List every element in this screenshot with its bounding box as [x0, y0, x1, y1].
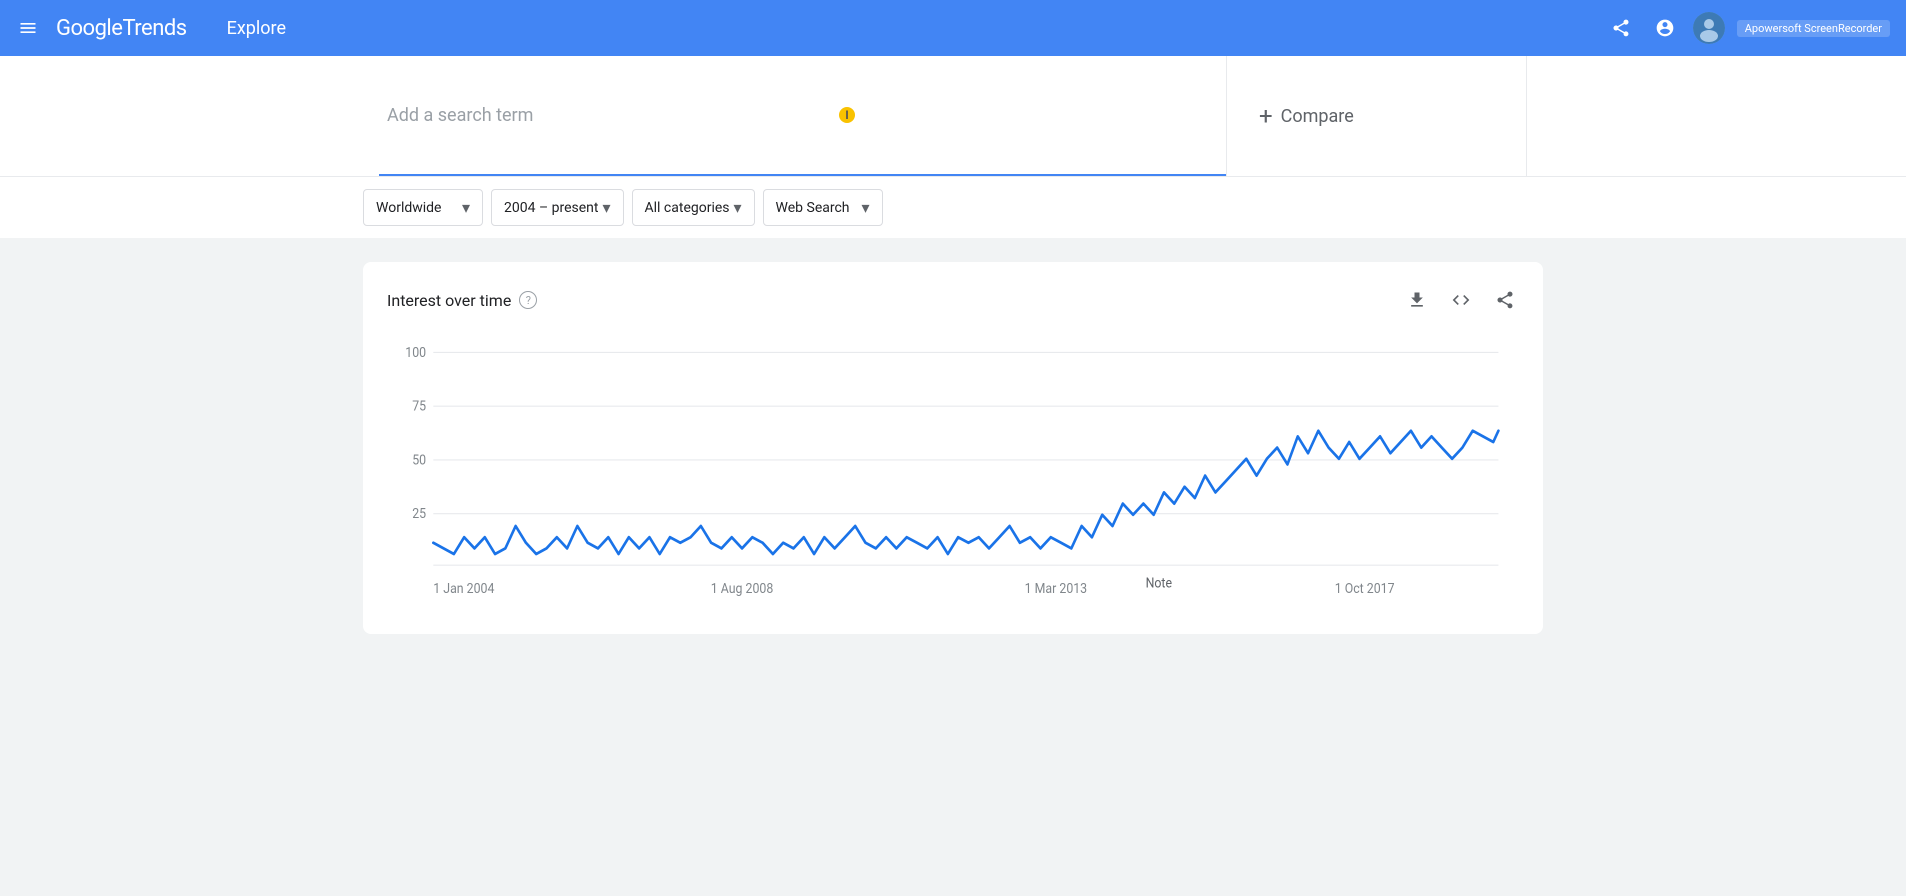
- svg-text:75: 75: [412, 399, 426, 415]
- search-icon-header[interactable]: [1649, 12, 1681, 44]
- time-filter-label: 2004 – present: [504, 200, 598, 216]
- explore-label: Explore: [227, 18, 286, 39]
- search-area: + Compare: [0, 56, 1906, 176]
- chart-title: Interest over time: [387, 291, 511, 310]
- logo-trends-text: Trends: [122, 16, 186, 41]
- time-filter[interactable]: 2004 – present ▾: [491, 189, 624, 226]
- location-filter[interactable]: Worldwide ▾: [363, 189, 483, 226]
- share-icon[interactable]: [1605, 12, 1637, 44]
- main-content: Interest over time ?: [0, 238, 1906, 674]
- header-right: Apowersoft ScreenRecorder: [1605, 12, 1890, 44]
- logo-google-text: Google: [56, 16, 122, 41]
- search-input[interactable]: [387, 105, 1218, 126]
- chart-actions: [1403, 286, 1519, 314]
- right-border: [1526, 56, 1527, 176]
- compare-plus-icon: +: [1259, 102, 1273, 130]
- svg-text:1 Jan 2004: 1 Jan 2004: [433, 582, 494, 598]
- help-icon[interactable]: ?: [519, 291, 537, 309]
- help-icon-label: ?: [526, 294, 531, 307]
- compare-label: Compare: [1281, 106, 1354, 127]
- location-filter-chevron: ▾: [462, 198, 470, 217]
- cursor-indicator: [839, 107, 855, 123]
- chart-area: 100 75 50 25 Note 1 Jan 2004 1 Aug 2008 …: [387, 330, 1519, 610]
- svg-text:Note: Note: [1146, 576, 1173, 592]
- chart-svg: 100 75 50 25 Note 1 Jan 2004 1 Aug 2008 …: [387, 330, 1519, 610]
- chart-title-area: Interest over time ?: [387, 291, 537, 310]
- google-trends-logo[interactable]: Google Trends: [56, 16, 187, 41]
- share-chart-button[interactable]: [1491, 286, 1519, 314]
- search-type-filter[interactable]: Web Search ▾: [763, 189, 883, 226]
- chart-header: Interest over time ?: [387, 286, 1519, 314]
- download-button[interactable]: [1403, 286, 1431, 314]
- avatar[interactable]: [1693, 12, 1725, 44]
- location-filter-label: Worldwide: [376, 200, 441, 216]
- apowersoft-label: Apowersoft ScreenRecorder: [1737, 20, 1890, 37]
- embed-button[interactable]: [1447, 286, 1475, 314]
- search-container: + Compare: [363, 56, 1543, 176]
- filters-inner: Worldwide ▾ 2004 – present ▾ All categor…: [363, 177, 1543, 238]
- menu-icon[interactable]: [16, 16, 40, 40]
- category-filter-chevron: ▾: [734, 198, 742, 217]
- filters-bar: Worldwide ▾ 2004 – present ▾ All categor…: [0, 176, 1906, 238]
- category-filter[interactable]: All categories ▾: [632, 189, 755, 226]
- category-filter-label: All categories: [645, 200, 730, 216]
- search-type-filter-label: Web Search: [776, 200, 850, 216]
- svg-text:1 Aug 2008: 1 Aug 2008: [711, 582, 773, 598]
- main-inner: Interest over time ?: [363, 262, 1543, 634]
- svg-text:100: 100: [405, 345, 426, 361]
- search-type-filter-chevron: ▾: [862, 198, 870, 217]
- svg-text:25: 25: [412, 507, 426, 523]
- svg-text:50: 50: [412, 453, 426, 469]
- compare-button[interactable]: + Compare: [1226, 56, 1526, 176]
- svg-text:1 Oct 2017: 1 Oct 2017: [1335, 582, 1395, 598]
- chart-card: Interest over time ?: [363, 262, 1543, 634]
- time-filter-chevron: ▾: [602, 198, 610, 217]
- header: Google Trends Explore Apowersoft ScreenR…: [0, 0, 1906, 56]
- svg-text:1 Mar 2013: 1 Mar 2013: [1025, 582, 1087, 598]
- search-box: [379, 56, 1226, 176]
